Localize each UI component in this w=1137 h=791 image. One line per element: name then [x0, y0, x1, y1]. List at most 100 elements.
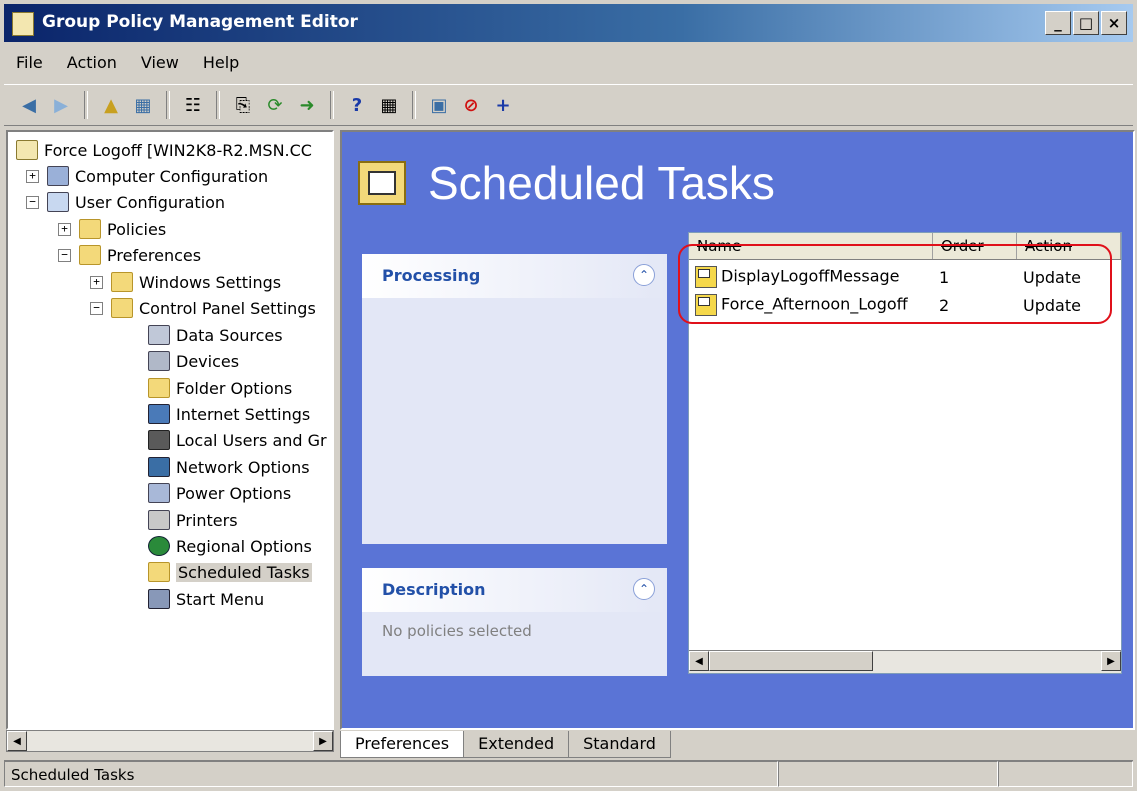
collapse-toggle[interactable]: − [90, 301, 103, 315]
processing-panel: Processing ⌃ [362, 254, 667, 544]
menu-action[interactable]: Action [55, 53, 129, 72]
expand-toggle[interactable]: + [26, 169, 39, 183]
console-tree[interactable]: Force Logoff [WIN2K8-R2.MSN.CC + Computer… [6, 130, 334, 730]
tree-item[interactable]: Power Options [148, 481, 291, 505]
internet-settings-icon [148, 404, 170, 424]
stop-icon[interactable]: ⊘ [458, 92, 484, 118]
tree-item[interactable]: Folder Options [148, 376, 292, 400]
show-hide-tree-icon[interactable]: ▦ [130, 92, 156, 118]
refresh-icon[interactable]: ⟳ [262, 92, 288, 118]
power-options-icon [148, 483, 170, 503]
up-folder-icon[interactable]: ▲ [98, 92, 124, 118]
help-icon[interactable]: ? [344, 92, 370, 118]
menu-view[interactable]: View [129, 53, 191, 72]
scroll-right-button[interactable]: ▶ [1101, 651, 1121, 671]
folder-icon [111, 272, 133, 292]
page-title: Scheduled Tasks [358, 156, 775, 210]
users-icon [47, 192, 69, 212]
collapse-chevron-icon[interactable]: ⌃ [633, 264, 655, 286]
task-order: 2 [939, 295, 950, 315]
task-icon[interactable]: ▣ [426, 92, 452, 118]
tree-item[interactable]: Force Logoff [WIN2K8-R2.MSN.CC [16, 138, 312, 162]
view-tabs: Preferences Extended Standard [340, 730, 1135, 758]
scroll-thumb[interactable] [709, 651, 873, 671]
scroll-left-button[interactable]: ◀ [7, 731, 27, 751]
list-item[interactable]: Force_Afternoon_Logoff 2 Update [689, 291, 1121, 319]
list-item[interactable]: DisplayLogoffMessage 1 Update [689, 263, 1121, 291]
scroll-right-button[interactable]: ▶ [313, 731, 333, 751]
toolbar-separator [84, 91, 88, 119]
task-action: Update [1023, 267, 1081, 287]
properties-pane-icon[interactable]: ▦ [376, 92, 402, 118]
tree-item-selected[interactable]: Scheduled Tasks [148, 560, 312, 584]
page-title-text: Scheduled Tasks [428, 157, 775, 209]
tree-item[interactable]: + Policies [58, 217, 166, 241]
add-icon[interactable]: + [490, 92, 516, 118]
printers-icon [148, 510, 170, 530]
tree-item-label: Scheduled Tasks [176, 562, 312, 582]
menu-help[interactable]: Help [191, 53, 251, 72]
expand-toggle[interactable]: + [90, 275, 103, 289]
collapse-chevron-icon[interactable]: ⌃ [633, 578, 655, 600]
task-name: DisplayLogoffMessage [721, 266, 900, 286]
scheduled-tasks-icon [358, 161, 406, 205]
minimize-button[interactable]: _ [1045, 11, 1071, 35]
scroll-left-button[interactable]: ◀ [689, 651, 709, 671]
column-action[interactable]: Action [1017, 233, 1121, 259]
tree-item-label: Control Panel Settings [139, 298, 316, 318]
description-panel-header[interactable]: Description ⌃ [362, 568, 667, 612]
list-horizontal-scrollbar[interactable]: ◀ ▶ [689, 650, 1121, 673]
processing-heading: Processing [382, 266, 481, 285]
tree-item[interactable]: Start Menu [148, 587, 264, 611]
network-options-icon [148, 457, 170, 477]
folder-icon [79, 245, 101, 265]
back-arrow-icon[interactable]: ◀ [16, 92, 42, 118]
tree-item-label: Windows Settings [139, 272, 282, 292]
tree-horizontal-scrollbar[interactable]: ◀ ▶ [6, 730, 334, 752]
toolbar-separator [412, 91, 416, 119]
tree-item[interactable]: − Preferences [58, 243, 201, 267]
tree-item[interactable]: + Computer Configuration [26, 164, 268, 188]
toolbar-separator [166, 91, 170, 119]
collapse-toggle[interactable]: − [26, 195, 39, 209]
tree-item[interactable]: − Control Panel Settings [90, 296, 316, 320]
forward-arrow-icon[interactable]: ▶ [48, 92, 74, 118]
scheduled-tasks-icon [148, 562, 170, 582]
print-icon[interactable]: ⎘ [230, 92, 256, 118]
status-cell [998, 761, 1133, 787]
tab-standard[interactable]: Standard [568, 730, 671, 758]
status-text: Scheduled Tasks [4, 761, 778, 787]
column-name[interactable]: Name [689, 233, 933, 259]
tree-item[interactable]: Internet Settings [148, 402, 310, 426]
gpme-app-icon [12, 12, 34, 36]
menu-file[interactable]: File [4, 53, 55, 72]
tree-item[interactable]: Devices [148, 349, 239, 373]
tree-item[interactable]: Printers [148, 508, 238, 532]
tree-item[interactable]: − User Configuration [26, 190, 225, 214]
tree-item-label: Data Sources [176, 325, 283, 345]
tree-item[interactable]: Network Options [148, 455, 310, 479]
expand-toggle[interactable]: + [58, 222, 71, 236]
task-order: 1 [939, 267, 950, 287]
tree-item[interactable]: Regional Options [148, 534, 312, 558]
collapse-toggle[interactable]: − [58, 248, 71, 262]
tree-item[interactable]: Data Sources [148, 323, 283, 347]
tree-item-label: Force Logoff [WIN2K8-R2.MSN.CC [44, 140, 312, 160]
maximize-button[interactable]: □ [1073, 11, 1099, 35]
title-bar: Group Policy Management Editor _ □ × [4, 4, 1133, 42]
tree-item[interactable]: Local Users and Gr [148, 428, 327, 452]
close-button[interactable]: × [1101, 11, 1127, 35]
local-users-icon [148, 430, 170, 450]
toolbar: ◀ ▶ ▲ ▦ ☷ ⎘ ⟳ ➜ ? ▦ ▣ ⊘ + [4, 84, 1133, 126]
tree-item[interactable]: + Windows Settings [90, 270, 281, 294]
tab-extended[interactable]: Extended [463, 730, 570, 758]
tasks-list[interactable]: Name Order Action DisplayLogoffMessage 1… [688, 232, 1122, 674]
menu-bar: File Action View Help [4, 46, 1133, 78]
task-name: Force_Afternoon_Logoff [721, 294, 908, 314]
tab-preferences[interactable]: Preferences [340, 730, 465, 758]
regional-options-icon [148, 536, 170, 556]
column-order[interactable]: Order [933, 233, 1017, 259]
export-list-icon[interactable]: ➜ [294, 92, 320, 118]
clipboard-icon[interactable]: ☷ [180, 92, 206, 118]
processing-panel-header[interactable]: Processing ⌃ [362, 254, 667, 298]
